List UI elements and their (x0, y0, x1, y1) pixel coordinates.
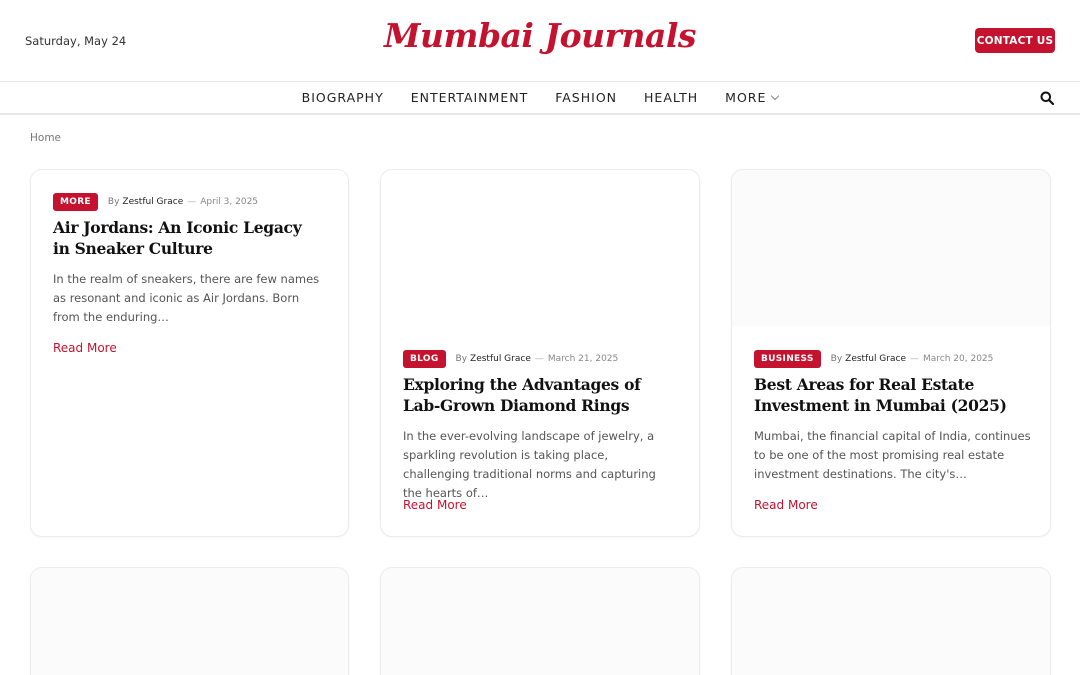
article-title[interactable]: Air Jordans: An Iconic Legacy in Sneaker… (53, 217, 323, 259)
nav-item-health[interactable]: HEALTH (644, 90, 698, 105)
article-thumbnail[interactable] (732, 170, 1050, 326)
nav-item-fashion[interactable]: FASHION (555, 90, 617, 105)
author-link[interactable]: Zestful Grace (845, 354, 906, 364)
article-date: March 21, 2025 (547, 354, 619, 364)
nav-item-label: BIOGRAPHY (301, 90, 384, 105)
meta-separator: — (534, 354, 544, 364)
article-meta: BLOG By Zestful Grace — March 21, 2025 (403, 350, 618, 368)
article-excerpt: In the ever-evolving landscape of jewelr… (403, 429, 656, 500)
read-more-link[interactable]: Read More (754, 498, 818, 512)
main-nav: BIOGRAPHY ENTERTAINMENT FASHION HEALTH M… (0, 82, 1080, 115)
article-thumbnail[interactable] (381, 568, 699, 675)
article-date: April 3, 2025 (200, 197, 259, 207)
nav-item-label: ENTERTAINMENT (410, 90, 529, 105)
article-excerpt: In the realm of sneakers, there are few … (53, 272, 320, 324)
site-logo[interactable]: Mumbai Journals (384, 16, 696, 55)
category-badge[interactable]: MORE (53, 193, 98, 211)
nav-item-biography[interactable]: BIOGRAPHY (302, 90, 384, 105)
article-excerpt: Mumbai, the financial capital of India, … (754, 429, 1031, 481)
article-card: MORE By Zestful Grace — April 3, 2025 Ai… (30, 169, 349, 537)
nav-item-more[interactable]: MORE (725, 90, 780, 105)
article-card (731, 567, 1051, 675)
by-label: By (830, 354, 843, 364)
category-badge[interactable]: BUSINESS (754, 350, 821, 368)
read-more-link[interactable]: Read More (403, 498, 467, 512)
category-badge[interactable]: BLOG (403, 350, 446, 368)
by-label: By (455, 354, 468, 364)
article-thumbnail[interactable] (381, 170, 699, 325)
meta-separator: — (910, 354, 919, 364)
author-link[interactable]: Zestful Grace (122, 197, 183, 207)
article-title[interactable]: Exploring the Advantages of Lab-Grown Di… (403, 374, 678, 416)
by-label: By (107, 197, 120, 207)
nav-item-entertainment[interactable]: ENTERTAINMENT (411, 90, 528, 105)
meta-separator: — (187, 197, 197, 207)
nav-item-label: MORE (725, 90, 767, 105)
article-meta: MORE By Zestful Grace — April 3, 2025 (53, 193, 258, 211)
breadcrumb[interactable]: Home (30, 132, 61, 144)
header-date: Saturday, May 24 (25, 34, 127, 48)
article-card: BUSINESS By Zestful Grace — March 20, 20… (731, 169, 1051, 537)
article-date: March 20, 2025 (923, 354, 994, 364)
article-thumbnail[interactable] (31, 568, 348, 675)
author-link[interactable]: Zestful Grace (470, 354, 531, 364)
nav-item-label: HEALTH (644, 90, 699, 105)
article-thumbnail[interactable] (732, 568, 1050, 675)
article-card (30, 567, 349, 675)
article-card: BLOG By Zestful Grace — March 21, 2025 E… (380, 169, 700, 537)
article-card (380, 567, 700, 675)
nav-item-label: FASHION (555, 90, 618, 105)
chevron-down-icon (771, 91, 780, 100)
contact-us-button[interactable]: CONTACT US (975, 28, 1055, 53)
article-title[interactable]: Best Areas for Real Estate Investment in… (754, 374, 1029, 416)
site-header: Saturday, May 24 Mumbai Journals CONTACT… (0, 0, 1080, 82)
search-icon[interactable] (1040, 91, 1054, 105)
read-more-link[interactable]: Read More (53, 341, 117, 355)
article-meta: BUSINESS By Zestful Grace — March 20, 20… (754, 350, 993, 368)
